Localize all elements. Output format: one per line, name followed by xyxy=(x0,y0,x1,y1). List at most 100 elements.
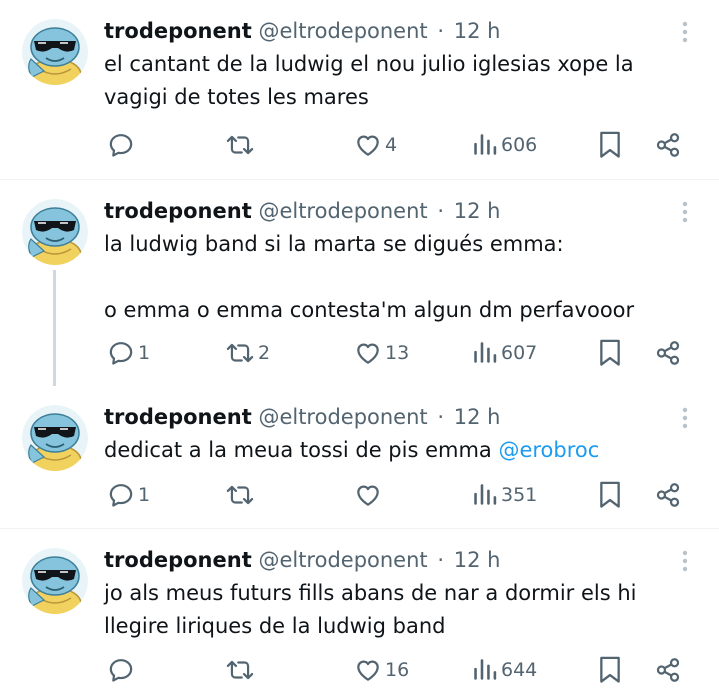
reply-icon xyxy=(107,131,135,159)
views-count: 644 xyxy=(501,659,538,681)
reply-button[interactable] xyxy=(107,125,138,165)
tweet-text-line: la ludwig band si la marta se digués emm… xyxy=(104,232,564,256)
retweet-icon xyxy=(225,131,255,159)
share-icon xyxy=(654,339,682,367)
tweet-text-line: dedicat a la meua tossi de pis emma @ero… xyxy=(104,434,664,467)
heart-icon xyxy=(354,656,382,684)
views-count: 351 xyxy=(501,484,538,506)
tweet[interactable]: trodeponent @eltrodeponent · 12 h la lud… xyxy=(0,180,719,386)
more-options-icon[interactable] xyxy=(674,549,696,573)
views-count: 607 xyxy=(501,342,538,364)
more-options-icon[interactable] xyxy=(674,20,696,44)
reply-button[interactable]: 1 xyxy=(107,333,150,373)
reply-icon xyxy=(107,339,135,367)
tweet-text: dedicat a la meua tossi de pis emma @ero… xyxy=(104,434,664,467)
retweet-button[interactable]: 2 xyxy=(225,333,270,373)
tweet-header: trodeponent @eltrodeponent · 12 h xyxy=(104,543,500,577)
bookmark-button[interactable] xyxy=(597,475,623,515)
tweet-feed: trodeponent @eltrodeponent · 12 h el can… xyxy=(0,0,719,698)
share-button[interactable] xyxy=(654,650,682,690)
share-button[interactable] xyxy=(654,125,682,165)
like-count: 4 xyxy=(385,134,398,156)
reply-icon xyxy=(107,656,135,684)
user-handle[interactable]: @eltrodeponent xyxy=(258,199,427,223)
bar-chart-icon xyxy=(472,131,498,159)
heart-icon xyxy=(354,339,382,367)
heart-icon xyxy=(354,481,382,509)
avatar[interactable] xyxy=(22,199,88,265)
retweet-button[interactable] xyxy=(225,125,258,165)
views-button[interactable]: 644 xyxy=(472,650,537,690)
tweet-header: trodeponent @eltrodeponent · 12 h xyxy=(104,194,500,228)
views-count: 606 xyxy=(501,134,538,156)
bookmark-button[interactable] xyxy=(597,650,623,690)
more-options-icon[interactable] xyxy=(674,200,696,224)
separator-dot: · xyxy=(437,199,445,223)
views-button[interactable]: 351 xyxy=(472,475,537,515)
timestamp[interactable]: 12 h xyxy=(454,199,501,223)
timestamp[interactable]: 12 h xyxy=(454,548,501,572)
tweet-text: jo als meus futurs fills abans de nar a … xyxy=(104,577,664,643)
tweet-header: trodeponent @eltrodeponent · 12 h xyxy=(104,14,500,48)
share-icon xyxy=(654,481,682,509)
display-name[interactable]: trodeponent xyxy=(104,405,252,429)
avatar[interactable] xyxy=(22,405,88,471)
timestamp[interactable]: 12 h xyxy=(454,19,501,43)
avatar[interactable] xyxy=(22,19,88,85)
tweet[interactable]: trodeponent @eltrodeponent · 12 h dedica… xyxy=(0,386,719,529)
views-button[interactable]: 607 xyxy=(472,333,537,373)
retweet-count: 2 xyxy=(258,342,271,364)
action-bar: 16 644 xyxy=(0,650,719,690)
like-button[interactable]: 16 xyxy=(354,650,409,690)
tweet-header: trodeponent @eltrodeponent · 12 h xyxy=(104,400,500,434)
separator-dot: · xyxy=(437,548,445,572)
tweet-text-line: o emma o emma contesta'm algun dm perfav… xyxy=(104,298,635,322)
tweet-text-line: el cantant de la ludwig el nou julio igl… xyxy=(104,52,634,76)
mention-link[interactable]: @erobroc xyxy=(498,438,599,462)
reply-count: 1 xyxy=(138,342,151,364)
bookmark-icon xyxy=(597,655,623,685)
action-bar: 1 351 xyxy=(0,475,719,515)
bookmark-icon xyxy=(597,480,623,510)
avatar[interactable] xyxy=(22,548,88,614)
share-button[interactable] xyxy=(654,475,682,515)
tweet-text-content: dedicat a la meua tossi de pis emma xyxy=(104,438,499,462)
bookmark-button[interactable] xyxy=(597,333,623,373)
separator-dot: · xyxy=(437,19,445,43)
user-handle[interactable]: @eltrodeponent xyxy=(258,405,427,429)
retweet-button[interactable] xyxy=(225,475,258,515)
bookmark-button[interactable] xyxy=(597,125,623,165)
reply-icon xyxy=(107,481,135,509)
display-name[interactable]: trodeponent xyxy=(104,19,252,43)
separator-dot: · xyxy=(437,405,445,429)
retweet-button[interactable] xyxy=(225,650,258,690)
tweet-text: la ludwig band si la marta se digués emm… xyxy=(104,228,664,327)
user-handle[interactable]: @eltrodeponent xyxy=(258,19,427,43)
bookmark-icon xyxy=(597,130,623,160)
views-button[interactable]: 606 xyxy=(472,125,537,165)
like-button[interactable]: 13 xyxy=(354,333,409,373)
display-name[interactable]: trodeponent xyxy=(104,199,252,223)
tweet-text: el cantant de la ludwig el nou julio igl… xyxy=(104,48,664,114)
like-count: 16 xyxy=(385,659,410,681)
bar-chart-icon xyxy=(472,339,498,367)
like-button[interactable]: 4 xyxy=(354,125,397,165)
tweet[interactable]: trodeponent @eltrodeponent · 12 h jo als… xyxy=(0,529,719,698)
like-button[interactable] xyxy=(354,475,385,515)
reply-count: 1 xyxy=(138,484,151,506)
bookmark-icon xyxy=(597,338,623,368)
share-button[interactable] xyxy=(654,333,682,373)
bar-chart-icon xyxy=(472,481,498,509)
more-options-icon[interactable] xyxy=(674,406,696,430)
share-icon xyxy=(654,131,682,159)
share-icon xyxy=(654,656,682,684)
tweet-text-line: llegire liriques de la ludwig band xyxy=(104,614,446,638)
user-handle[interactable]: @eltrodeponent xyxy=(258,548,427,572)
tweet[interactable]: trodeponent @eltrodeponent · 12 h el can… xyxy=(0,0,719,180)
reply-button[interactable] xyxy=(107,650,138,690)
reply-button[interactable]: 1 xyxy=(107,475,150,515)
retweet-icon xyxy=(225,656,255,684)
tweet-text-line: vagigi de totes les mares xyxy=(104,85,369,109)
timestamp[interactable]: 12 h xyxy=(454,405,501,429)
display-name[interactable]: trodeponent xyxy=(104,548,252,572)
